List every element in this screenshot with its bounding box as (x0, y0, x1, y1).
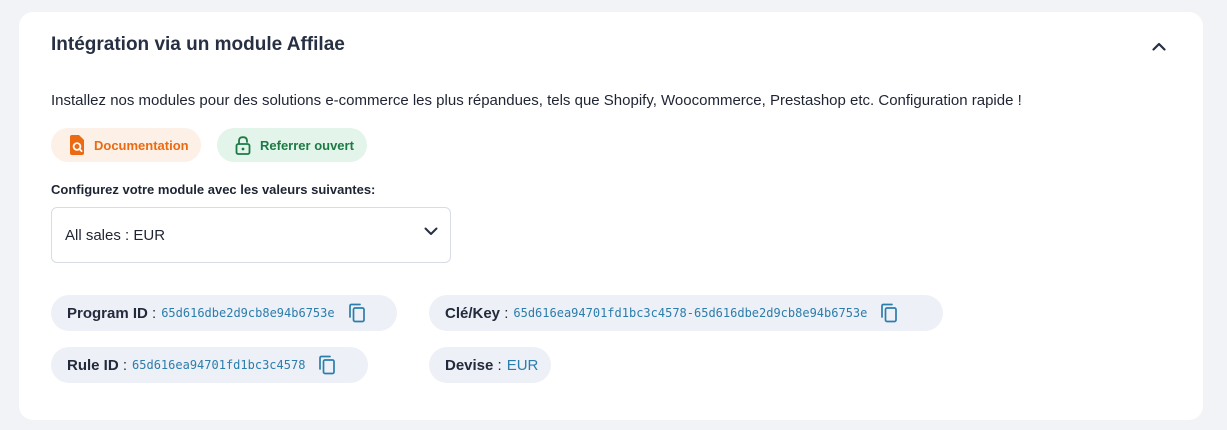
key-label: Clé/Key (445, 304, 501, 322)
card-description: Installez nos modules pour des solutions… (51, 92, 1022, 109)
program-id-field: Program ID : 65d616dbe2d9cb8e94b6753e (51, 295, 397, 331)
key-field: Clé/Key : 65d616ea94701fd1bc3c4578-65d61… (429, 295, 943, 331)
document-search-icon (70, 135, 84, 155)
rule-id-field: Rule ID : 65d616ea94701fd1bc3c4578 (51, 347, 368, 383)
integration-card: Intégration via un module Affilae Instal… (19, 12, 1203, 420)
documentation-label: Documentation (94, 137, 189, 153)
key-separator: : (500, 304, 509, 322)
referrer-label: Referrer ouvert (260, 137, 354, 153)
program-id-label: Program ID (67, 304, 148, 322)
copy-icon (881, 303, 898, 323)
rule-id-label: Rule ID (67, 356, 119, 374)
chevron-down-icon (424, 227, 438, 235)
devise-separator: : (493, 356, 502, 374)
lock-open-icon (235, 135, 251, 155)
rule-id-separator: : (118, 356, 128, 374)
devise-label: Devise (445, 356, 494, 374)
select-value: All sales : EUR (65, 226, 166, 244)
card-title: Intégration via un module Affilae (51, 34, 345, 55)
copy-key-button[interactable] (879, 302, 899, 324)
chevron-up-icon (1152, 42, 1166, 51)
collapse-button[interactable] (1147, 34, 1171, 58)
rule-id-value: 65d616ea94701fd1bc3c4578 (132, 358, 306, 372)
key-value: 65d616ea94701fd1bc3c4578-65d616dbe2d9cb8… (513, 306, 868, 320)
copy-program-id-button[interactable] (347, 302, 367, 324)
program-id-value: 65d616dbe2d9cb8e94b6753e (161, 306, 335, 320)
devise-field: Devise : EUR (429, 347, 551, 383)
devise-value: EUR (506, 356, 539, 374)
copy-rule-id-button[interactable] (317, 354, 337, 376)
documentation-button[interactable]: Documentation (51, 128, 201, 162)
copy-icon (348, 303, 365, 323)
copy-icon (319, 355, 336, 375)
program-id-separator: : (147, 304, 157, 322)
config-label: Configurez votre module avec les valeurs… (51, 182, 376, 197)
sales-rule-select[interactable]: All sales : EUR (51, 207, 451, 263)
referrer-button[interactable]: Referrer ouvert (217, 128, 367, 162)
